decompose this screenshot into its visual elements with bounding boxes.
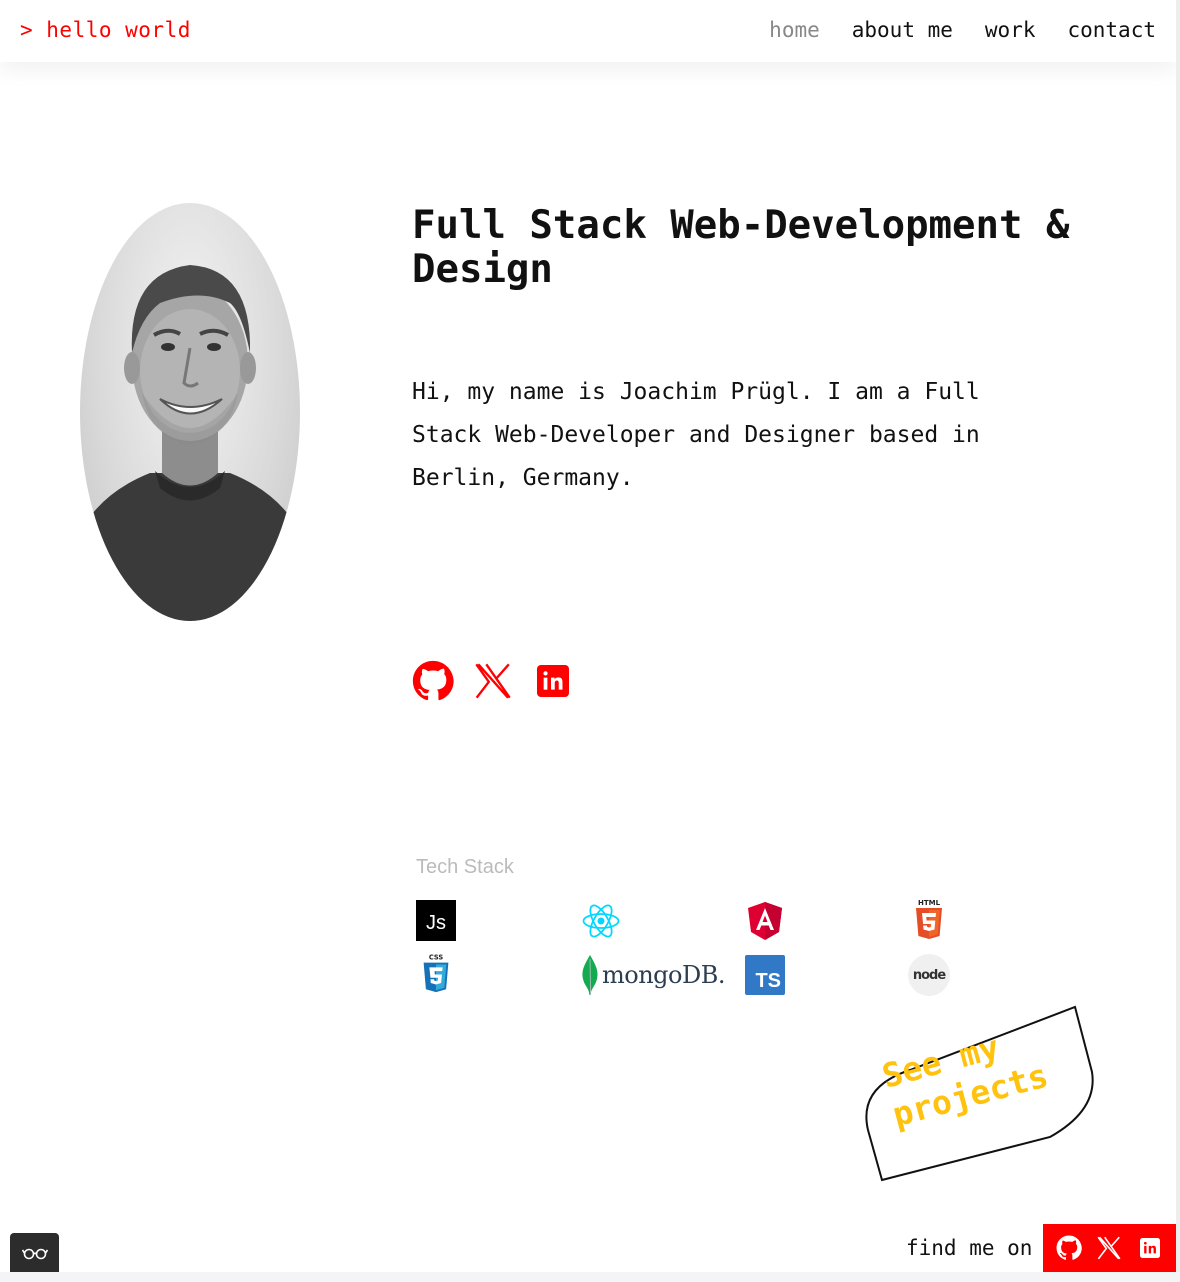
nav-work[interactable]: work bbox=[985, 18, 1036, 42]
css3-icon: CSS bbox=[416, 952, 458, 994]
typescript-label: TS bbox=[755, 970, 781, 992]
mongodb-leaf-icon bbox=[582, 955, 598, 995]
nav-home[interactable]: home bbox=[769, 18, 820, 42]
github-icon[interactable] bbox=[412, 660, 454, 702]
html5-label: HTML bbox=[918, 899, 941, 907]
tech-stack-title: Tech Stack bbox=[416, 856, 514, 878]
linkedin-icon[interactable] bbox=[532, 660, 574, 702]
nav-about-me[interactable]: about me bbox=[852, 18, 953, 42]
glasses-icon[interactable] bbox=[10, 1233, 59, 1272]
javascript-icon: Js bbox=[416, 900, 456, 941]
mongodb-logo: mongoDB. bbox=[580, 954, 730, 996]
footer-x-icon[interactable] bbox=[1095, 1234, 1123, 1262]
intro-text: Hi, my name is Joachim Prügl. I am a Ful… bbox=[412, 379, 980, 491]
nodejs-label: node bbox=[912, 967, 946, 983]
profile-photo bbox=[80, 203, 300, 621]
footer-social-links bbox=[1043, 1224, 1176, 1272]
page-title: Full Stack Web-Development & Design bbox=[412, 203, 1070, 292]
page-bottom-edge bbox=[0, 1272, 1180, 1282]
site-header: > hello world home about me work contact bbox=[0, 0, 1176, 62]
typescript-icon: TS bbox=[745, 955, 785, 995]
angular-icon bbox=[745, 900, 787, 942]
nodejs-icon: node bbox=[908, 954, 950, 996]
portrait-illustration bbox=[80, 265, 300, 621]
footer-linkedin-icon[interactable] bbox=[1136, 1234, 1164, 1262]
social-links bbox=[412, 660, 574, 702]
nav-contact[interactable]: contact bbox=[1067, 18, 1156, 42]
footer-github-icon[interactable] bbox=[1055, 1234, 1083, 1262]
css3-label: CSS bbox=[429, 954, 444, 962]
find-me-label: find me on bbox=[906, 1236, 1033, 1260]
mongodb-label: mongoDB. bbox=[602, 961, 725, 989]
main-nav: home about me work contact bbox=[769, 18, 1156, 42]
html5-icon: HTML bbox=[908, 898, 950, 940]
page-scrollbar[interactable] bbox=[1176, 0, 1180, 1282]
brand-logo[interactable]: > hello world bbox=[20, 18, 191, 42]
x-icon[interactable] bbox=[472, 660, 514, 702]
javascript-label: Js bbox=[426, 912, 446, 934]
react-icon bbox=[580, 900, 622, 942]
